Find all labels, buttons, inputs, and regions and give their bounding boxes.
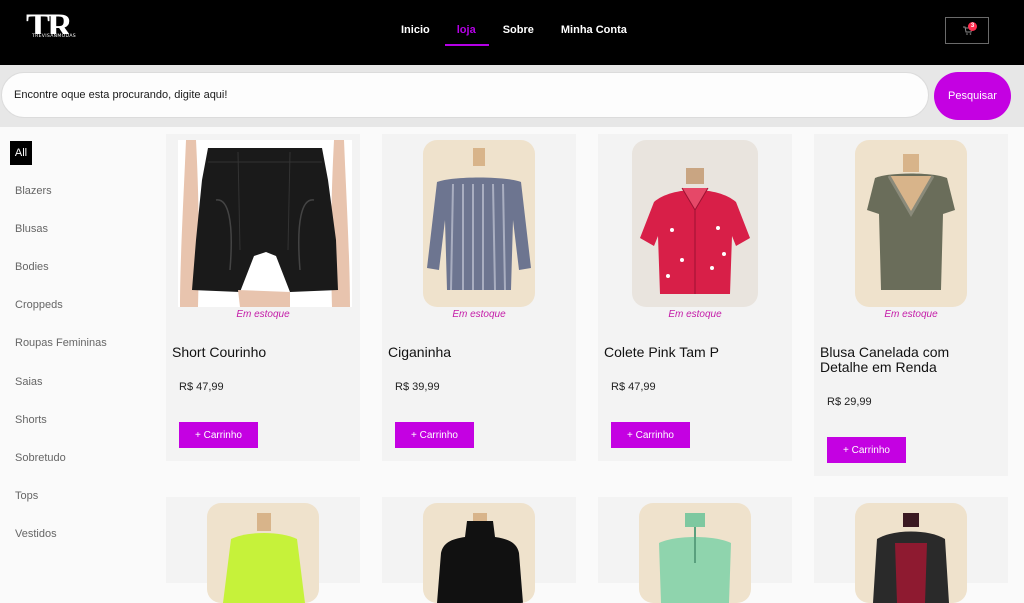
product-card[interactable] [598,497,792,603]
product-card[interactable] [814,497,1008,603]
product-card[interactable] [382,497,576,603]
product-image[interactable] [423,140,535,307]
product-image[interactable] [855,503,967,603]
category-sidebar: All Blazers Blusas Bodies Croppeds Roupa… [0,127,160,583]
nav-link-minha-conta[interactable]: Minha Conta [561,24,627,36]
search-bar: Pesquisar [0,65,1024,127]
category-sobretudo[interactable]: Sobretudo [15,452,66,464]
product-card[interactable]: Em estoque Colete Pink Tam P R$ 47,99 + … [598,134,792,461]
product-image[interactable] [207,503,319,603]
product-card[interactable]: Em estoque Blusa Canelada com Detalhe em… [814,134,1008,476]
search-button[interactable]: Pesquisar [934,72,1011,120]
product-name[interactable]: Colete Pink Tam P [604,345,774,360]
product-card[interactable]: Em estoque Ciganinha R$ 39,99 + Carrinho [382,134,576,461]
product-image[interactable] [178,140,352,307]
product-image[interactable] [632,140,758,307]
category-croppeds[interactable]: Croppeds [15,299,63,311]
product-image[interactable] [855,140,967,307]
category-blusas[interactable]: Blusas [15,223,48,235]
category-blazers[interactable]: Blazers [15,185,52,197]
product-card[interactable] [166,497,360,603]
product-card[interactable]: Em estoque Short Courinho R$ 47,99 + Car… [166,134,360,461]
product-image[interactable] [639,503,751,603]
stock-status: Em estoque [668,309,722,320]
product-price: R$ 47,99 [611,381,656,393]
cart-count-badge: 3 [968,22,977,31]
category-tops[interactable]: Tops [15,490,38,502]
cart-button[interactable]: 3 [945,17,989,44]
product-price: R$ 29,99 [827,396,872,408]
brand-logo[interactable]: TR TREVISANMODAS [26,8,78,48]
category-all[interactable]: All [10,141,32,165]
header: TR TREVISANMODAS Inicio loja Sobre Minha… [0,0,1024,65]
product-price: R$ 39,99 [395,381,440,393]
nav-link-inicio[interactable]: Inicio [401,24,430,36]
stock-status: Em estoque [884,309,938,320]
main-nav: Inicio loja Sobre Minha Conta [401,24,654,46]
product-name[interactable]: Blusa Canelada com Detalhe em Renda [820,345,990,375]
category-bodies[interactable]: Bodies [15,261,49,273]
stock-status: Em estoque [236,309,290,320]
nav-link-sobre[interactable]: Sobre [503,24,534,36]
category-roupas-femininas[interactable]: Roupas Femininas [15,337,107,349]
product-name[interactable]: Short Courinho [172,345,342,360]
product-name[interactable]: Ciganinha [388,345,558,360]
add-to-cart-button[interactable]: + Carrinho [395,422,474,448]
product-price: R$ 47,99 [179,381,224,393]
add-to-cart-button[interactable]: + Carrinho [611,422,690,448]
search-input[interactable] [1,72,929,118]
nav-link-loja[interactable]: loja [444,24,489,46]
stock-status: Em estoque [452,309,506,320]
add-to-cart-button[interactable]: + Carrinho [179,422,258,448]
add-to-cart-button[interactable]: + Carrinho [827,437,906,463]
category-shorts[interactable]: Shorts [15,414,47,426]
product-image[interactable] [423,503,535,603]
category-vestidos[interactable]: Vestidos [15,528,57,540]
category-saias[interactable]: Saias [15,376,43,388]
brand-tagline: TREVISANMODAS [31,34,77,39]
